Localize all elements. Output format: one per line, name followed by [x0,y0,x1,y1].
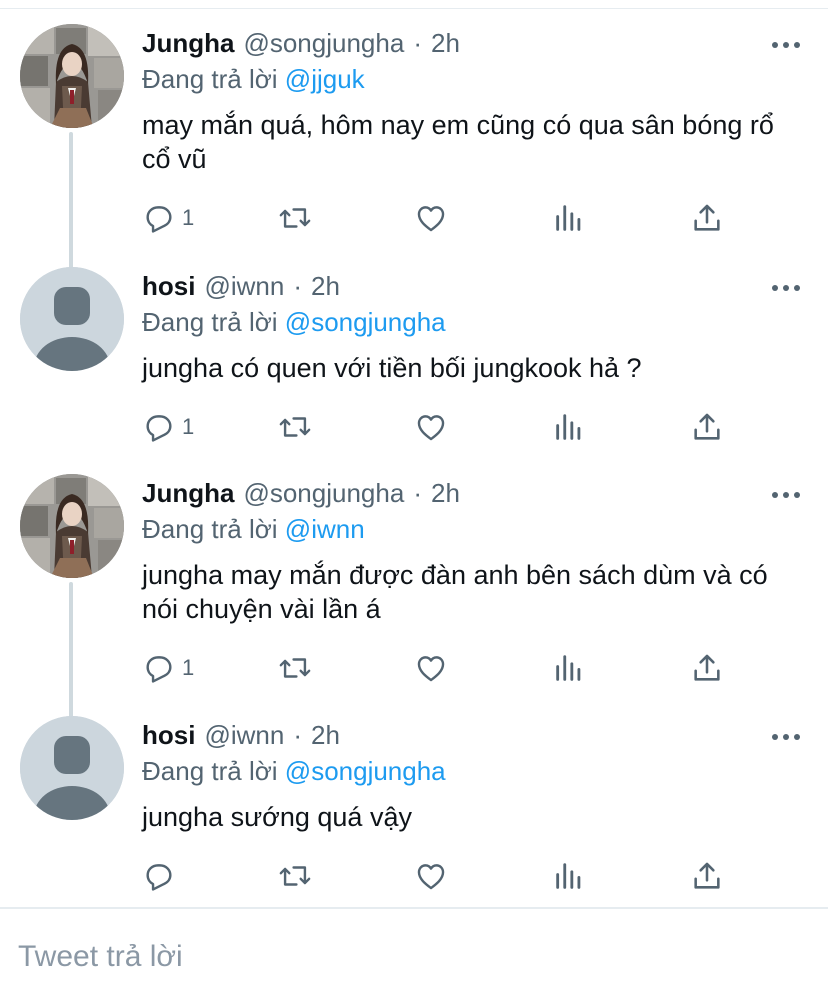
avatar[interactable] [20,474,124,578]
share-icon [694,654,720,681]
retweet-icon [279,208,311,228]
tweet-header: hosi @iwnn · 2h [142,271,340,305]
tweet-text: jungha may mắn được đàn anh bên sách dùm… [142,560,768,624]
tweet-header: Jungha @songjungha · 2h [142,478,460,512]
replying-to-label: Đang trả lời [142,514,278,544]
reply-icon [146,864,172,891]
top-divider [0,8,828,9]
thread-connector [69,582,73,722]
reply-button[interactable] [142,856,182,896]
timestamp[interactable]: 2h [431,478,460,509]
like-button[interactable] [414,198,448,238]
retweet-button[interactable] [278,198,312,238]
more-icon[interactable] [772,734,800,742]
separator: · [413,478,422,508]
replying-to-label: Đang trả lời [142,756,278,786]
avatar[interactable] [20,267,124,371]
avatar[interactable] [20,716,124,820]
replying-to-label: Đang trả lời [142,64,278,94]
retweet-button[interactable] [278,407,312,447]
separator: · [413,28,422,58]
replying-to: Đang trả lời @songjungha [142,307,446,338]
retweet-icon [279,658,311,678]
user-handle[interactable]: @songjungha [243,478,404,509]
share-button[interactable] [690,407,724,447]
display-name[interactable]: Jungha [142,28,234,59]
stats-icon [556,414,581,440]
tweet-text: jungha có quen với tiền bối jungkook hả … [142,353,642,383]
reply-icon [146,656,172,683]
like-icon [417,206,445,232]
mention-link[interactable]: @songjungha [285,307,446,337]
like-icon [417,656,445,682]
stats-button[interactable] [552,856,586,896]
tweet-actions: 1 [142,648,742,688]
avatar[interactable] [20,24,124,128]
tweet-text: may mắn quá, hôm nay em cũng có qua sân … [142,110,774,174]
stats-button[interactable] [552,407,586,447]
tweet-actions [142,856,742,896]
reply-count: 1 [182,205,195,230]
tweet-actions: 1 [142,407,742,447]
more-icon[interactable] [772,285,800,293]
share-button[interactable] [690,198,724,238]
replying-to-label: Đang trả lời [142,307,278,337]
reply-button[interactable]: 1 [142,198,194,238]
stats-icon [556,655,581,681]
stats-button[interactable] [552,648,586,688]
replying-to: Đang trả lời @jjguk [142,64,365,95]
tweet-text: jungha sướng quá vậy [142,802,412,832]
replying-to: Đang trả lời @iwnn [142,514,365,545]
display-name[interactable]: hosi [142,271,195,302]
tweet-actions: 1 [142,198,742,238]
share-icon [694,413,720,440]
thread-connector [69,132,73,272]
retweet-icon [279,866,311,886]
retweet-button[interactable] [278,648,312,688]
reply-compose-input[interactable]: Tweet trả lời [18,940,183,974]
like-button[interactable] [414,407,448,447]
separator: · [293,271,302,301]
retweet-icon [279,417,311,437]
reply-count: 1 [182,414,195,439]
more-icon[interactable] [772,42,800,50]
user-handle[interactable]: @iwnn [204,720,284,751]
like-icon [417,415,445,441]
tweet-header: hosi @iwnn · 2h [142,720,340,754]
user-handle[interactable]: @songjungha [243,28,404,59]
like-icon [417,864,445,890]
reply-button[interactable]: 1 [142,407,194,447]
like-button[interactable] [414,648,448,688]
reply-button[interactable]: 1 [142,648,194,688]
share-icon [694,204,720,231]
share-button[interactable] [690,856,724,896]
stats-icon [556,205,581,231]
share-button[interactable] [690,648,724,688]
user-handle[interactable]: @iwnn [204,271,284,302]
replying-to: Đang trả lời @songjungha [142,756,446,787]
compose-divider [0,907,828,909]
separator: · [293,720,302,750]
timestamp[interactable]: 2h [311,720,340,751]
tweet-header: Jungha @songjungha · 2h [142,28,460,62]
reply-count: 1 [182,655,195,680]
timestamp[interactable]: 2h [311,271,340,302]
display-name[interactable]: Jungha [142,478,234,509]
stats-icon [556,863,581,889]
mention-link[interactable]: @jjguk [285,64,365,94]
mention-link[interactable]: @iwnn [285,514,365,544]
more-icon[interactable] [772,492,800,500]
timestamp[interactable]: 2h [431,28,460,59]
reply-icon [146,415,172,442]
display-name[interactable]: hosi [142,720,195,751]
stats-button[interactable] [552,198,586,238]
reply-icon [146,206,172,233]
mention-link[interactable]: @songjungha [285,756,446,786]
like-button[interactable] [414,856,448,896]
retweet-button[interactable] [278,856,312,896]
share-icon [694,862,720,889]
